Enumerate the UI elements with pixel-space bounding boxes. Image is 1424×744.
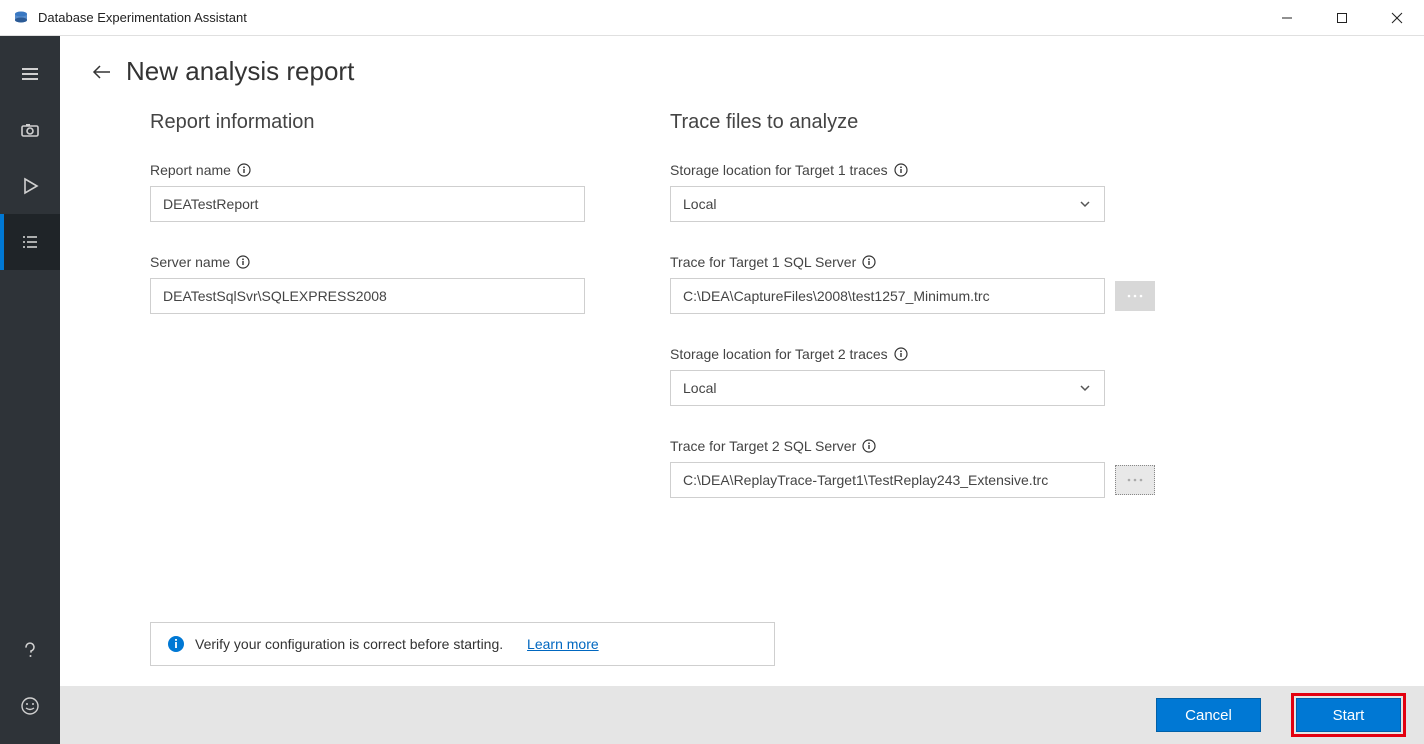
section-report-info: Report information — [150, 111, 590, 134]
nav-capture[interactable] — [0, 102, 60, 158]
main: New analysis report Report information R… — [0, 36, 1424, 744]
sidebar — [0, 36, 60, 744]
page-header: New analysis report — [60, 36, 1424, 99]
field-server-name: Server name — [150, 254, 590, 314]
nav-help[interactable] — [0, 622, 60, 678]
nav-feedback[interactable] — [0, 678, 60, 734]
info-icon[interactable] — [894, 163, 908, 177]
trace1-input[interactable] — [670, 278, 1105, 314]
section-trace-files: Trace files to analyze — [670, 111, 1180, 134]
window-controls — [1259, 0, 1424, 35]
server-name-input[interactable] — [150, 278, 585, 314]
info-icon[interactable] — [894, 347, 908, 361]
nav-analysis[interactable] — [0, 214, 60, 270]
titlebar: Database Experimentation Assistant — [0, 0, 1424, 36]
storage2-value: Local — [683, 380, 716, 396]
trace2-label: Trace for Target 2 SQL Server — [670, 438, 856, 454]
storage1-label: Storage location for Target 1 traces — [670, 162, 888, 178]
info-icon[interactable] — [236, 255, 250, 269]
start-button[interactable]: Start — [1296, 698, 1401, 732]
form-area: Report information Report name Server na… — [60, 99, 1424, 622]
nav-replay[interactable] — [0, 158, 60, 214]
trace2-input[interactable] — [670, 462, 1105, 498]
field-storage1: Storage location for Target 1 traces Loc… — [670, 162, 1180, 222]
notice-bar: Verify your configuration is correct bef… — [150, 622, 775, 666]
nav-menu[interactable] — [0, 46, 60, 102]
storage2-label: Storage location for Target 2 traces — [670, 346, 888, 362]
notice-text: Verify your configuration is correct bef… — [195, 636, 503, 652]
storage1-value: Local — [683, 196, 716, 212]
field-trace2: Trace for Target 2 SQL Server — [670, 438, 1180, 498]
app-icon — [12, 9, 30, 27]
chevron-down-icon — [1078, 381, 1092, 395]
report-name-label: Report name — [150, 162, 231, 178]
cancel-button[interactable]: Cancel — [1156, 698, 1261, 732]
trace1-label: Trace for Target 1 SQL Server — [670, 254, 856, 270]
content: New analysis report Report information R… — [60, 36, 1424, 744]
field-report-name: Report name — [150, 162, 590, 222]
maximize-button[interactable] — [1314, 0, 1369, 35]
info-circle-icon — [167, 635, 185, 653]
close-button[interactable] — [1369, 0, 1424, 35]
start-highlight: Start — [1291, 693, 1406, 737]
col-trace-files: Trace files to analyze Storage location … — [670, 111, 1180, 612]
info-icon[interactable] — [862, 439, 876, 453]
footer: Cancel Start — [60, 686, 1424, 744]
info-icon[interactable] — [862, 255, 876, 269]
chevron-down-icon — [1078, 197, 1092, 211]
info-icon[interactable] — [237, 163, 251, 177]
learn-more-link[interactable]: Learn more — [527, 636, 599, 652]
field-storage2: Storage location for Target 2 traces Loc… — [670, 346, 1180, 406]
field-trace1: Trace for Target 1 SQL Server — [670, 254, 1180, 314]
page-title: New analysis report — [126, 56, 354, 87]
window-title: Database Experimentation Assistant — [38, 10, 247, 25]
back-button[interactable] — [88, 58, 116, 86]
trace2-browse-button[interactable] — [1115, 465, 1155, 495]
storage1-select[interactable]: Local — [670, 186, 1105, 222]
col-report-info: Report information Report name Server na… — [150, 111, 590, 612]
report-name-input[interactable] — [150, 186, 585, 222]
server-name-label: Server name — [150, 254, 230, 270]
trace1-browse-button[interactable] — [1115, 281, 1155, 311]
minimize-button[interactable] — [1259, 0, 1314, 35]
storage2-select[interactable]: Local — [670, 370, 1105, 406]
